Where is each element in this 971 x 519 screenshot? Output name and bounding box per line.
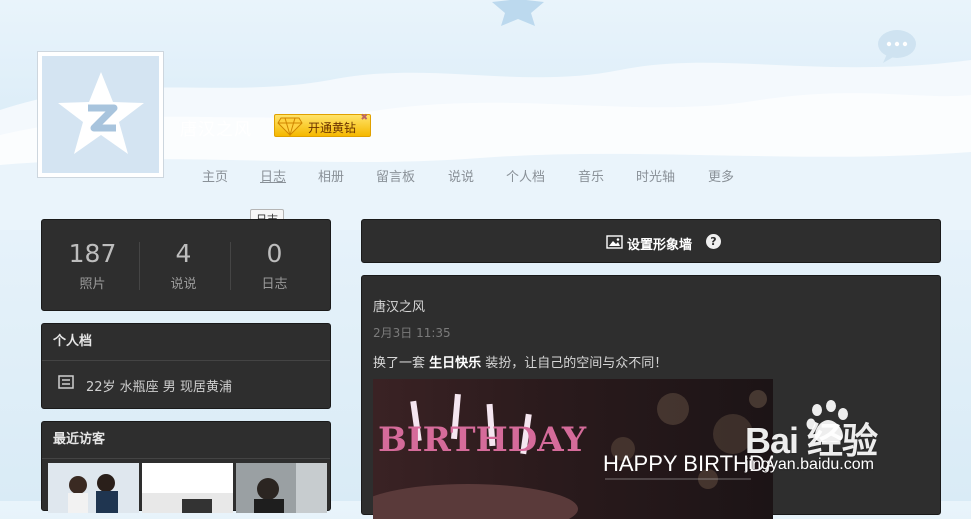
baidu-jingyan-watermark: Bai 经验 jingyan.baidu.com — [745, 400, 965, 490]
nav-item-home[interactable]: 主页 — [202, 166, 228, 185]
birthday-theme-image[interactable]: BIRTHDAY HAPPY BIRTHDAY — [373, 379, 773, 519]
diamond-icon — [277, 117, 303, 136]
stat-blogs[interactable]: 0 日志 — [227, 239, 322, 293]
stat-value: 0 — [266, 239, 283, 268]
stat-value: 187 — [68, 239, 117, 268]
set-cover-wall-button[interactable]: 设置形象墙 ? — [361, 219, 941, 263]
help-icon[interactable]: ? — [706, 234, 721, 249]
open-yellow-diamond-button[interactable]: 开通黄钻 ✖ — [274, 113, 371, 137]
avatar[interactable] — [37, 51, 164, 178]
stat-shuoshuo[interactable]: 4 说说 — [136, 239, 231, 293]
chat-bubble-icon — [878, 30, 916, 63]
nav-item-timeline[interactable]: 时光轴 — [636, 166, 675, 185]
qzone-star-icon — [58, 72, 144, 154]
recent-visitors-panel: 最近访客 — [41, 421, 331, 513]
feed-message: 换了一套 生日快乐 装扮，让自己的空间与众不同！ — [373, 352, 667, 371]
visitor-avatar[interactable] — [48, 463, 139, 513]
vip-label: 开通黄钻 — [308, 121, 357, 135]
nav-item-guestbook[interactable]: 留言板 — [376, 166, 415, 185]
stat-photos[interactable]: 187 照片 — [45, 239, 140, 293]
nav-item-album[interactable]: 相册 — [318, 166, 344, 185]
stat-value: 4 — [175, 239, 192, 268]
cover-button-label: 设置形象墙 — [627, 238, 693, 253]
stat-label: 说说 — [170, 277, 197, 292]
feed-author[interactable]: 唐汉之风 — [373, 296, 425, 315]
birthday-image-art: BIRTHDAY HAPPY BIRTHDAY — [373, 379, 773, 519]
profile-info-icon — [58, 375, 74, 389]
nav-item-shuoshuo[interactable]: 说说 — [448, 166, 474, 185]
visitor-avatar[interactable] — [142, 463, 233, 513]
profile-card: 个人档 22岁 水瓶座 男 现居黄浦 — [41, 323, 331, 409]
stat-label: 照片 — [79, 277, 106, 292]
nav-item-blog[interactable]: 日志 — [260, 166, 286, 185]
visitors-title[interactable]: 最近访客 — [42, 422, 330, 459]
feed-time: 2月3日 11:35 — [373, 326, 451, 340]
cake-letters: BIRTHDAY — [378, 420, 587, 460]
profile-info-text: 22岁 水瓶座 男 现居黄浦 — [86, 380, 232, 395]
stat-label: 日志 — [261, 277, 288, 292]
username[interactable]: 唐汉之风 — [180, 115, 252, 140]
stats-panel: 187 照片 4 说说 0 日志 — [41, 219, 331, 311]
image-icon — [606, 235, 623, 249]
nav-item-music[interactable]: 音乐 — [578, 166, 604, 185]
nav-item-profile[interactable]: 个人档 — [506, 166, 545, 185]
feed-message-prefix: 换了一套 — [373, 356, 430, 371]
close-icon[interactable]: ✖ — [360, 113, 368, 123]
watermark-url: jingyan.baidu.com — [745, 456, 874, 473]
feed-theme-link[interactable]: 生日快乐 — [429, 356, 481, 371]
star-decoration-icon — [492, 0, 544, 26]
feed-message-suffix: 装扮，让自己的空间与众不同！ — [481, 356, 668, 371]
avatar-image — [42, 56, 159, 173]
profile-card-title[interactable]: 个人档 — [42, 324, 330, 361]
nav-item-more[interactable]: 更多 — [708, 166, 734, 185]
visitor-avatar[interactable] — [236, 463, 327, 513]
baidu-paw-icon — [806, 400, 848, 442]
